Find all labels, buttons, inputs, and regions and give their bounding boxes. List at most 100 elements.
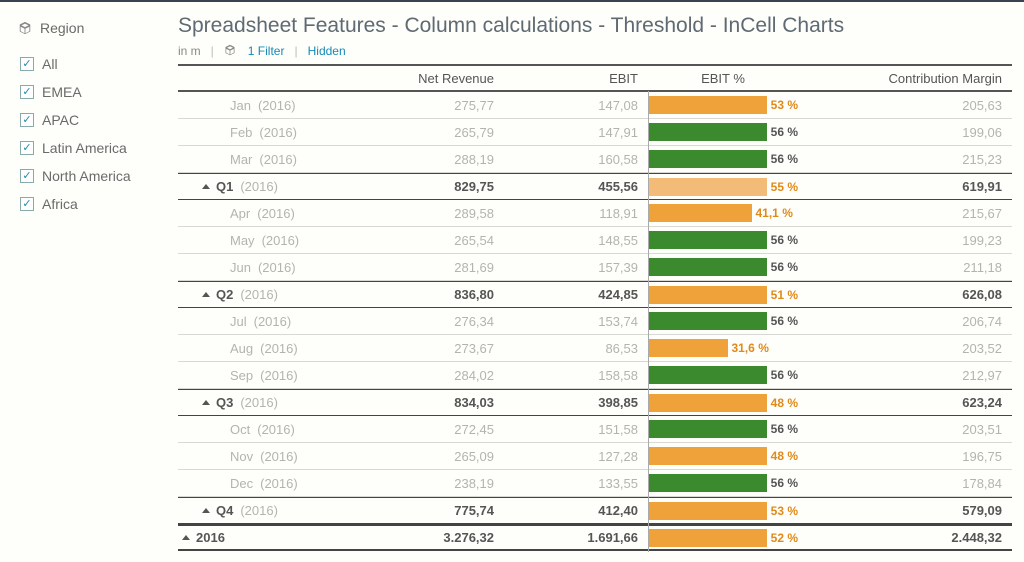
sidebar-item-label: North America — [42, 168, 131, 184]
period-label: Jun — [230, 260, 251, 275]
quarter-row[interactable]: Q3(2016)834,03398,8548 %623,24 — [178, 389, 1012, 416]
month-row[interactable]: Jul(2016)276,34153,7456 %206,74 — [178, 308, 1012, 335]
sidebar-item-label: All — [42, 56, 58, 72]
cell-contribution-margin: 211,18 — [798, 260, 1012, 275]
cell-contribution-margin: 203,52 — [798, 341, 1012, 356]
quarter-row[interactable]: Q2(2016)836,80424,8551 %626,08 — [178, 281, 1012, 308]
sub-toolbar: in m | 1 Filter | Hidden — [178, 44, 1012, 58]
cell-net-revenue: 275,77 — [368, 98, 508, 113]
period-label: Nov — [230, 449, 253, 464]
unit-label: in m — [178, 44, 201, 58]
period-label: Feb — [230, 125, 252, 140]
period-label: Dec — [230, 476, 253, 491]
pct-label: 56 % — [771, 476, 798, 490]
col-contribution-margin[interactable]: Contribution Margin — [798, 71, 1012, 86]
pct-label: 41,1 % — [756, 206, 793, 220]
cell-ebit-pct: 53 % — [648, 502, 798, 520]
cell-ebit: 151,58 — [508, 422, 648, 437]
month-row[interactable]: Nov(2016)265,09127,2848 %196,75 — [178, 443, 1012, 470]
cell-ebit-pct: 56 % — [648, 123, 798, 141]
cell-contribution-margin: 626,08 — [798, 287, 1012, 302]
month-row[interactable]: Apr(2016)289,58118,9141,1 %215,67 — [178, 200, 1012, 227]
checkbox-icon[interactable]: ✓ — [20, 141, 34, 155]
cube-icon[interactable] — [224, 44, 238, 58]
cell-ebit-pct: 56 % — [648, 231, 798, 249]
month-row[interactable]: Jan(2016)275,77147,0853 %205,63 — [178, 92, 1012, 119]
pct-label: 48 % — [771, 396, 798, 410]
hidden-link[interactable]: Hidden — [308, 44, 346, 58]
col-ebit-pct[interactable]: EBIT % — [648, 71, 798, 86]
cell-net-revenue: 238,19 — [368, 476, 508, 491]
sidebar-item[interactable]: ✓Latin America — [18, 134, 160, 162]
pct-label: 56 % — [771, 233, 798, 247]
cell-contribution-margin: 196,75 — [798, 449, 1012, 464]
filter-link[interactable]: 1 Filter — [248, 44, 285, 58]
cell-contribution-margin: 199,06 — [798, 125, 1012, 140]
month-row[interactable]: Feb(2016)265,79147,9156 %199,06 — [178, 119, 1012, 146]
period-label: Mar — [230, 152, 252, 167]
cell-ebit: 133,55 — [508, 476, 648, 491]
chevron-up-icon[interactable] — [202, 184, 210, 189]
incell-bar — [648, 339, 728, 357]
cell-ebit: 153,74 — [508, 314, 648, 329]
quarter-row[interactable]: Q1(2016)829,75455,5655 %619,91 — [178, 173, 1012, 200]
checkbox-icon[interactable]: ✓ — [20, 113, 34, 127]
period-label: 2016 — [196, 530, 225, 545]
month-row[interactable]: Oct(2016)272,45151,5856 %203,51 — [178, 416, 1012, 443]
incell-bar — [648, 394, 767, 412]
chevron-up-icon[interactable] — [202, 400, 210, 405]
cell-ebit: 157,39 — [508, 260, 648, 275]
sidebar-item[interactable]: ✓ EMEA — [18, 78, 160, 106]
pct-label: 53 % — [771, 98, 798, 112]
month-row[interactable]: Sep(2016)284,02158,5856 %212,97 — [178, 362, 1012, 389]
cell-ebit: 455,56 — [508, 179, 648, 194]
checkbox-icon[interactable]: ✓ — [20, 57, 34, 71]
sidebar-heading: Region — [40, 20, 84, 36]
year-suffix: (2016) — [240, 395, 278, 410]
cell-ebit-pct: 53 % — [648, 96, 798, 114]
sidebar-item[interactable]: ✓APAC — [18, 106, 160, 134]
col-ebit[interactable]: EBIT — [508, 71, 648, 86]
cell-ebit: 158,58 — [508, 368, 648, 383]
header-row: Net Revenue EBIT EBIT % Contribution Mar… — [178, 64, 1012, 92]
year-suffix: (2016) — [262, 233, 300, 248]
cell-contribution-margin: 215,23 — [798, 152, 1012, 167]
sidebar-item-label: Africa — [42, 196, 78, 212]
sidebar-item[interactable]: ✓ All — [18, 50, 160, 78]
month-row[interactable]: Aug(2016)273,6786,5331,6 %203,52 — [178, 335, 1012, 362]
cell-net-revenue: 775,74 — [368, 503, 508, 518]
period-label: Jul — [230, 314, 247, 329]
cell-ebit-pct: 56 % — [648, 150, 798, 168]
sidebar-item-label: EMEA — [42, 84, 82, 100]
chevron-up-icon[interactable] — [182, 535, 190, 540]
checkbox-icon[interactable]: ✓ — [20, 197, 34, 211]
cell-net-revenue: 284,02 — [368, 368, 508, 383]
year-suffix: (2016) — [259, 152, 297, 167]
month-row[interactable]: May(2016)265,54148,5556 %199,23 — [178, 227, 1012, 254]
incell-bar — [648, 178, 767, 196]
cell-ebit: 147,08 — [508, 98, 648, 113]
period-label: Jan — [230, 98, 251, 113]
checkbox-icon[interactable]: ✓ — [20, 85, 34, 99]
checkbox-icon[interactable]: ✓ — [20, 169, 34, 183]
cell-ebit-pct: 56 % — [648, 312, 798, 330]
sidebar-heading-row: Region — [18, 20, 160, 36]
month-row[interactable]: Mar(2016)288,19160,5856 %215,23 — [178, 146, 1012, 173]
year-suffix: (2016) — [258, 260, 296, 275]
pct-label: 56 % — [771, 368, 798, 382]
year-total-row[interactable]: 20163.276,321.691,6652 %2.448,32 — [178, 524, 1012, 551]
pct-label: 31,6 % — [732, 341, 769, 355]
incell-bar — [648, 474, 767, 492]
pct-label: 56 % — [771, 152, 798, 166]
col-net-revenue[interactable]: Net Revenue — [368, 71, 508, 86]
sidebar-item[interactable]: ✓ Africa — [18, 190, 160, 218]
incell-bar — [648, 366, 767, 384]
pct-label: 56 % — [771, 260, 798, 274]
month-row[interactable]: Dec(2016)238,19133,5556 %178,84 — [178, 470, 1012, 497]
incell-bar — [648, 286, 767, 304]
chevron-up-icon[interactable] — [202, 292, 210, 297]
month-row[interactable]: Jun(2016)281,69157,3956 %211,18 — [178, 254, 1012, 281]
sidebar-item[interactable]: ✓ North America — [18, 162, 160, 190]
quarter-row[interactable]: Q4(2016)775,74412,4053 %579,09 — [178, 497, 1012, 524]
chevron-up-icon[interactable] — [202, 508, 210, 513]
